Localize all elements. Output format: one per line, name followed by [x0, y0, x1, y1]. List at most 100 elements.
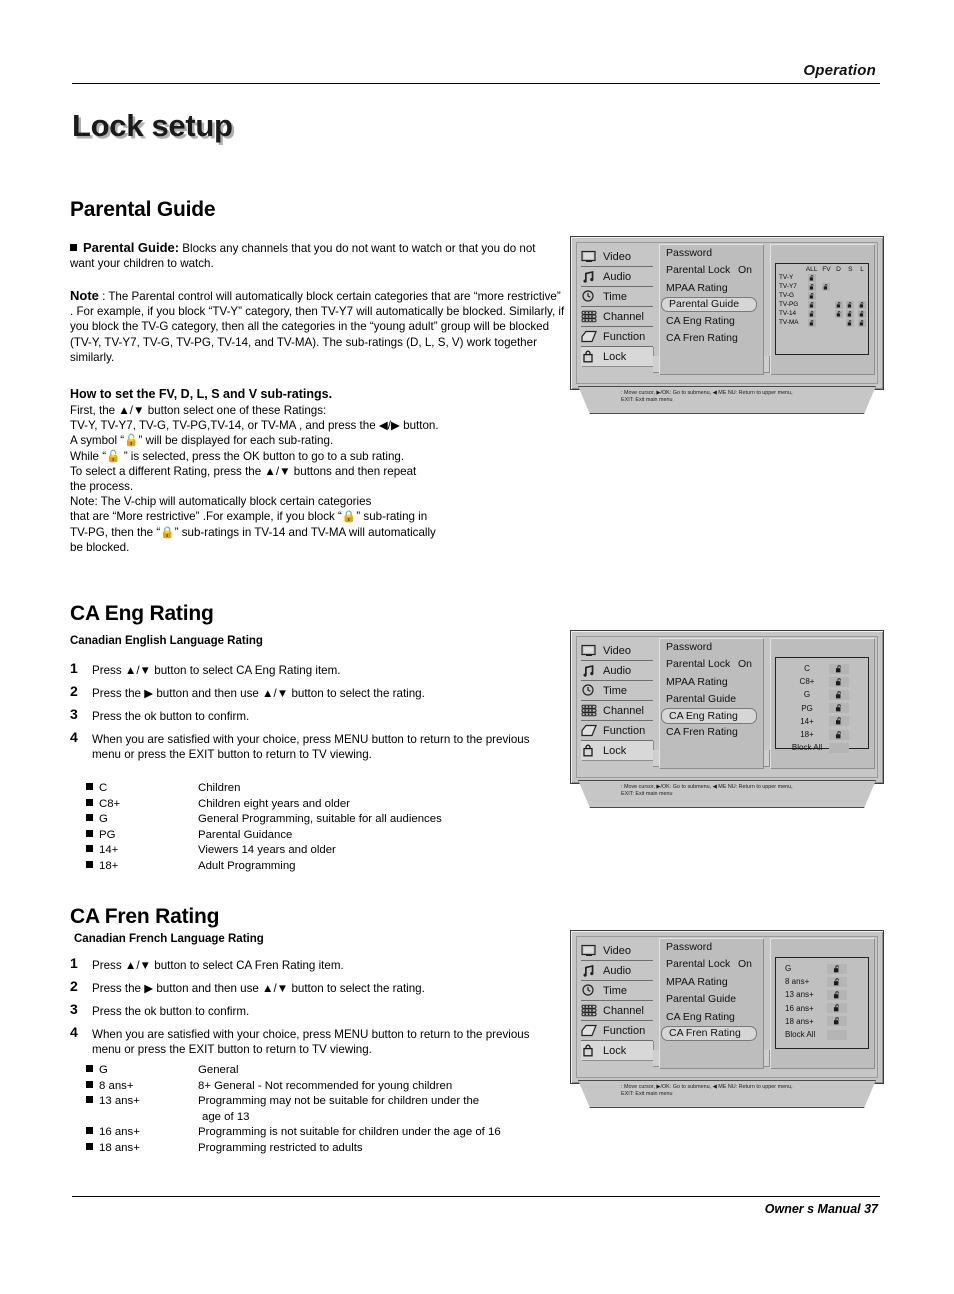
menu-item-ca-eng-rating[interactable]: CA Eng Rating — [659, 312, 763, 330]
rating-list-row[interactable]: 18+ — [776, 728, 868, 741]
grid-cell[interactable] — [833, 273, 845, 282]
grid-cell[interactable] — [856, 318, 868, 327]
sidebar-item-lock[interactable]: Lock — [581, 346, 653, 366]
rating-lock-box[interactable] — [829, 689, 849, 700]
rating-list-row[interactable]: 13 ans+ — [776, 988, 868, 1001]
grid-cell[interactable] — [820, 273, 832, 282]
sidebar-item-function[interactable]: Function — [581, 720, 653, 740]
rating-lock-box[interactable] — [829, 716, 849, 727]
rating-list-row[interactable]: Block All — [776, 1028, 868, 1041]
menu-item-password[interactable]: Password — [659, 244, 763, 262]
sidebar-item-function[interactable]: Function — [581, 326, 653, 346]
grid-cell[interactable] — [803, 291, 820, 300]
sidebar-item-audio[interactable]: Audio — [581, 266, 653, 286]
rating-list-row[interactable]: PG — [776, 702, 868, 715]
rating-lock-box[interactable] — [829, 663, 849, 674]
sidebar-item-audio[interactable]: Audio — [581, 660, 653, 680]
music-note-icon — [581, 270, 599, 284]
rating-list-row[interactable]: 8 ans+ — [776, 975, 868, 988]
grid-cell[interactable] — [856, 309, 868, 318]
grid-cell[interactable] — [820, 300, 832, 309]
grid-cell[interactable] — [820, 318, 832, 327]
definition-row: G General Programming, suitable for all a… — [86, 812, 586, 828]
menu-item-ca-fren-rating[interactable]: CA Fren Rating — [659, 724, 763, 742]
grid-cell[interactable] — [803, 300, 820, 309]
rating-list-row[interactable]: Block All — [776, 741, 868, 754]
sidebar-item-video[interactable]: Video — [581, 941, 653, 960]
rating-list-row[interactable]: 14+ — [776, 715, 868, 728]
menu-item-parental-lock[interactable]: Parental Lock On — [659, 956, 763, 974]
step-text: Press ▲/▼ button to select CA Eng Rating… — [92, 664, 341, 677]
menu-item-parental-guide[interactable]: Parental Guide — [659, 691, 763, 709]
rating-lock-box[interactable] — [827, 963, 847, 974]
menu-item-mpaa-rating[interactable]: MPAA Rating — [659, 673, 763, 691]
menu-item-ca-eng-rating[interactable]: CA Eng Rating — [661, 708, 757, 724]
grid-cell[interactable] — [844, 282, 856, 291]
menu-item-parental-guide[interactable]: Parental Guide — [661, 296, 757, 312]
sidebar-item-channel[interactable]: Channel — [581, 306, 653, 326]
grid-cell[interactable] — [856, 282, 868, 291]
menu-item-ca-eng-rating[interactable]: CA Eng Rating — [659, 1008, 763, 1026]
sidebar-item-time[interactable]: Time — [581, 286, 653, 306]
menu-item-mpaa-rating[interactable]: MPAA Rating — [659, 279, 763, 297]
grid-cell[interactable] — [833, 282, 845, 291]
menu-item-parental-lock[interactable]: Parental Lock On — [659, 656, 763, 674]
rating-list-row[interactable]: C8+ — [776, 675, 868, 688]
rating-list-row[interactable]: 18 ans+ — [776, 1015, 868, 1028]
rating-list-row[interactable]: 16 ans+ — [776, 1002, 868, 1015]
sidebar-item-video[interactable]: Video — [581, 641, 653, 660]
sidebar-item-time[interactable]: Time — [581, 980, 653, 1000]
grid-cell[interactable] — [844, 318, 856, 327]
grid-cell[interactable] — [844, 309, 856, 318]
sidebar-item-time[interactable]: Time — [581, 680, 653, 700]
grid-cell[interactable] — [803, 282, 820, 291]
rating-list-row[interactable]: G — [776, 688, 868, 701]
rating-lock-box[interactable] — [827, 989, 847, 1000]
grid-cell[interactable] — [833, 291, 845, 300]
sidebar-item-lock[interactable]: Lock — [581, 1040, 653, 1060]
grid-cell[interactable] — [820, 282, 832, 291]
grid-cell[interactable] — [803, 273, 820, 282]
grid-cell[interactable] — [856, 273, 868, 282]
rating-list-row[interactable]: G — [776, 962, 868, 975]
grid-cell[interactable] — [856, 300, 868, 309]
rating-lock-box[interactable] — [827, 1016, 847, 1027]
menu-item-ca-fren-rating[interactable]: CA Fren Rating — [661, 1025, 757, 1041]
menu-item-password[interactable]: Password — [659, 638, 763, 656]
rating-lock-box[interactable] — [829, 729, 849, 740]
grid-cell[interactable] — [833, 300, 845, 309]
rating-lock-box[interactable] — [827, 1003, 847, 1014]
grid-cell[interactable] — [820, 291, 832, 300]
menu-item-mpaa-rating[interactable]: MPAA Rating — [659, 973, 763, 991]
rating-lock-box[interactable] — [829, 703, 849, 714]
definition-row: 16 ans+ Programming is not suitable for c… — [86, 1125, 596, 1141]
rating-lock-box[interactable] — [827, 976, 847, 987]
grid-cell[interactable] — [844, 273, 856, 282]
menu-item-password[interactable]: Password — [659, 938, 763, 956]
grid-cell[interactable] — [820, 309, 832, 318]
tag-icon — [581, 330, 599, 344]
rating-lock-box[interactable] — [829, 742, 849, 753]
sidebar-item-channel[interactable]: Channel — [581, 1000, 653, 1020]
grid-cell[interactable] — [844, 300, 856, 309]
sidebar-item-video[interactable]: Video — [581, 247, 653, 266]
rating-list-row[interactable]: C — [776, 662, 868, 675]
grid-cell[interactable] — [856, 291, 868, 300]
menu-item-parental-lock[interactable]: Parental Lock On — [659, 262, 763, 280]
grid-cell[interactable] — [833, 318, 845, 327]
grid-column-header: S — [848, 265, 853, 273]
grid-cell[interactable] — [833, 309, 845, 318]
menu-item-parental-guide[interactable]: Parental Guide — [659, 991, 763, 1009]
menu-item-ca-fren-rating[interactable]: CA Fren Rating — [659, 330, 763, 348]
rating-lock-box[interactable] — [827, 1029, 847, 1040]
grid-cell[interactable] — [803, 318, 820, 327]
sidebar-item-channel[interactable]: Channel — [581, 700, 653, 720]
sidebar-item-function[interactable]: Function — [581, 1020, 653, 1040]
grid-cell[interactable] — [844, 291, 856, 300]
grid-cell[interactable] — [803, 309, 820, 318]
rating-lock-box[interactable] — [829, 676, 849, 687]
numbered-step: 2 Press the ▶ button and then use ▲/▼ but… — [70, 684, 560, 701]
sidebar-item-audio[interactable]: Audio — [581, 960, 653, 980]
definition-term: 8 ans+ — [86, 1079, 198, 1095]
sidebar-item-lock[interactable]: Lock — [581, 740, 653, 760]
